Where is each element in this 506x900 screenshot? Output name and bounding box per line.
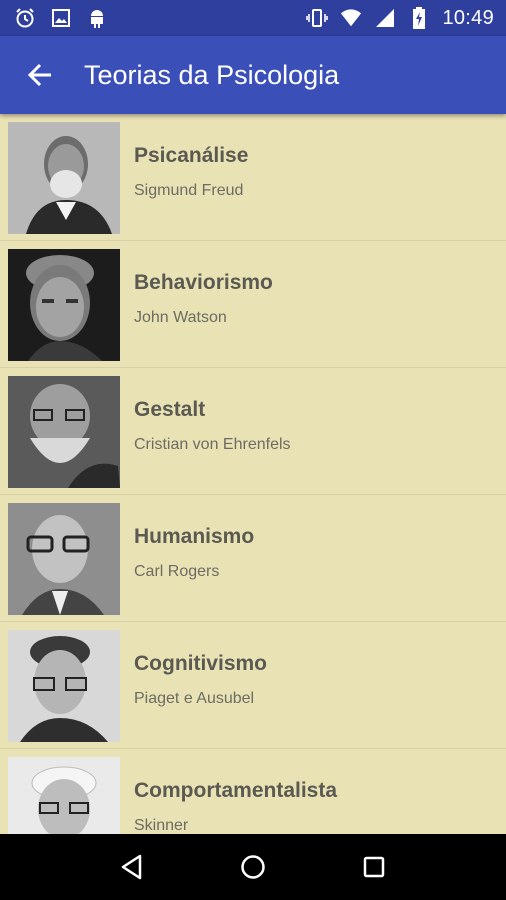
list-item[interactable]: Gestalt Cristian von Ehrenfels (0, 368, 506, 495)
back-button[interactable] (26, 61, 54, 89)
skinner-portrait (8, 757, 120, 834)
android-icon (86, 7, 108, 29)
status-time: 10:49 (442, 6, 494, 29)
ehrenfels-portrait (8, 376, 120, 488)
system-nav-bar (0, 834, 506, 900)
recents-square-icon (363, 856, 384, 878)
theory-author: John Watson (134, 309, 227, 326)
freud-portrait (8, 122, 120, 234)
battery-charging-icon (408, 7, 430, 29)
theory-title: Psicanálise (134, 144, 249, 167)
status-right-icons: 10:49 (306, 7, 506, 30)
alarm-icon (14, 7, 36, 29)
theory-author: Skinner (134, 817, 189, 834)
home-circle-icon (241, 855, 265, 879)
theory-author: Cristian von Ehrenfels (134, 436, 291, 453)
theory-title: Cognitivismo (134, 652, 268, 675)
theory-title: Behaviorismo (134, 271, 273, 294)
image-icon (50, 7, 72, 29)
theory-title: Gestalt (134, 398, 206, 421)
status-bar: 10:49 (0, 0, 506, 36)
theory-author: Sigmund Freud (134, 182, 244, 199)
status-left-icons (0, 7, 108, 29)
list-item[interactable]: Psicanálise Sigmund Freud (0, 114, 506, 241)
wifi-icon (340, 7, 362, 29)
app-toolbar: Teorias da Psicologia (0, 36, 506, 114)
list-item[interactable]: Comportamentalista Skinner (0, 749, 506, 834)
list-item[interactable]: Humanismo Carl Rogers (0, 495, 506, 622)
theory-author: Carl Rogers (134, 563, 220, 580)
nav-recents-button[interactable] (354, 847, 394, 887)
page-title: Teorias da Psicologia (84, 59, 340, 90)
rogers-portrait (8, 503, 120, 615)
nav-home-button[interactable] (233, 847, 273, 887)
list-item[interactable]: Cognitivismo Piaget e Ausubel (0, 622, 506, 749)
back-triangle-icon (122, 854, 142, 880)
vibrate-icon (306, 7, 329, 29)
piaget-ausubel-portrait (8, 630, 120, 742)
theory-author: Piaget e Ausubel (134, 690, 255, 707)
nav-back-button[interactable] (112, 847, 152, 887)
theory-title: Comportamentalista (134, 779, 338, 802)
arrow-back-icon (27, 63, 51, 87)
list-item[interactable]: Behaviorismo John Watson (0, 241, 506, 368)
watson-portrait (8, 249, 120, 361)
theories-list[interactable]: Psicanálise Sigmund Freud Behaviorismo J… (0, 114, 506, 834)
signal-icon (374, 7, 396, 29)
theory-title: Humanismo (134, 525, 255, 548)
